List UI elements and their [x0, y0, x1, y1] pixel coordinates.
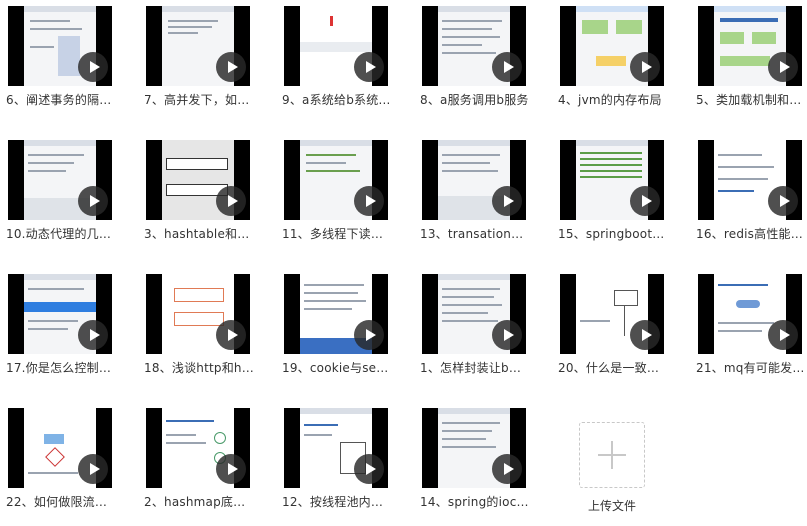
video-thumbnail — [422, 274, 526, 354]
play-icon[interactable] — [216, 186, 246, 216]
video-title: 15、springboot自动装配 — [558, 227, 670, 241]
play-icon[interactable] — [78, 454, 108, 484]
play-icon[interactable] — [78, 186, 108, 216]
video-thumbnail — [698, 274, 802, 354]
video-tile[interactable]: 22、如何做限流策略 — [0, 402, 124, 526]
play-icon[interactable] — [354, 320, 384, 350]
play-icon[interactable] — [216, 454, 246, 484]
video-thumbnail — [422, 140, 526, 220]
video-thumbnail — [8, 140, 112, 220]
play-icon[interactable] — [768, 320, 798, 350]
video-tile[interactable]: 17.你是怎么控制缓存的 — [0, 268, 124, 392]
video-title: 14、spring的ioc原理 — [420, 495, 532, 509]
play-icon[interactable] — [78, 52, 108, 82]
play-icon[interactable] — [630, 320, 660, 350]
video-thumbnail — [698, 140, 802, 220]
upload-label[interactable]: 上传文件 — [579, 497, 645, 514]
video-tile[interactable]: 7、高并发下，如何做到安全 — [138, 0, 262, 124]
play-icon[interactable] — [492, 320, 522, 350]
video-thumbnail — [422, 408, 526, 488]
play-icon[interactable] — [768, 52, 798, 82]
video-thumbnail — [146, 6, 250, 86]
video-thumbnail — [284, 274, 388, 354]
video-thumbnail — [8, 408, 112, 488]
video-title: 10.动态代理的几种实现 — [6, 227, 118, 241]
upload-button[interactable] — [579, 422, 645, 488]
video-thumbnail — [284, 6, 388, 86]
video-thumbnail — [8, 274, 112, 354]
play-icon[interactable] — [216, 320, 246, 350]
video-title: 17.你是怎么控制缓存的 — [6, 361, 118, 375]
play-icon[interactable] — [354, 454, 384, 484]
video-title: 4、jvm的内存布局 — [558, 93, 662, 107]
video-title: 2、hashmap底层原理 — [144, 495, 256, 509]
video-title: 8、a服务调用b服务 — [420, 93, 529, 107]
video-tile[interactable]: 14、spring的ioc原理 — [414, 402, 538, 526]
video-thumbnail — [560, 274, 664, 354]
video-tile[interactable]: 5、类加载机制和双亲委派 — [690, 0, 807, 124]
play-icon[interactable] — [216, 52, 246, 82]
video-title: 12、按线程池内部机制 — [282, 495, 394, 509]
video-title: 21、mq有可能发生重复消费 — [696, 361, 807, 375]
video-title: 5、类加载机制和双亲委派 — [696, 93, 807, 107]
video-tile[interactable]: 4、jvm的内存布局 — [552, 0, 676, 124]
video-thumbnail — [146, 408, 250, 488]
video-tile[interactable]: 21、mq有可能发生重复消费 — [690, 268, 807, 392]
video-tile[interactable]: 9、a系统给b系统发送请求 — [276, 0, 400, 124]
video-thumbnail — [146, 274, 250, 354]
video-title: 11、多线程下读写安全 — [282, 227, 394, 241]
video-thumbnail — [560, 140, 664, 220]
video-title: 20、什么是一致性hash — [558, 361, 670, 375]
play-icon[interactable] — [492, 454, 522, 484]
play-icon[interactable] — [630, 186, 660, 216]
video-tile[interactable]: 1、怎样封装让b服务 — [414, 268, 538, 392]
video-thumbnail — [422, 6, 526, 86]
video-tile[interactable]: 8、a服务调用b服务 — [414, 0, 538, 124]
video-tile[interactable]: 16、redis高性能原因 — [690, 134, 807, 258]
video-title: 13、transation失效场景 — [420, 227, 532, 241]
video-title: 22、如何做限流策略 — [6, 495, 118, 509]
play-icon[interactable] — [354, 186, 384, 216]
video-grid: 6、阐述事务的隔离级别 7、高并发下，如何做到安全 9、a系统给b系统发送请求 — [0, 0, 807, 524]
video-tile[interactable]: 18、浅谈http和https — [138, 268, 262, 392]
video-tile[interactable]: 11、多线程下读写安全 — [276, 134, 400, 258]
video-tile[interactable]: 3、hashtable和hashmap — [138, 134, 262, 258]
video-title: 9、a系统给b系统发送请求 — [282, 93, 394, 107]
video-tile[interactable]: 10.动态代理的几种实现 — [0, 134, 124, 258]
video-thumbnail — [284, 408, 388, 488]
video-tile[interactable]: 13、transation失效场景 — [414, 134, 538, 258]
video-tile[interactable]: 2、hashmap底层原理 — [138, 402, 262, 526]
play-icon[interactable] — [630, 52, 660, 82]
video-tile[interactable]: 15、springboot自动装配 — [552, 134, 676, 258]
video-title: 6、阐述事务的隔离级别 — [6, 93, 118, 107]
video-thumbnail — [8, 6, 112, 86]
video-title: 1、怎样封装让b服务 — [420, 361, 532, 375]
video-title: 18、浅谈http和https — [144, 361, 256, 375]
video-tile[interactable]: 20、什么是一致性hash — [552, 268, 676, 392]
play-icon[interactable] — [492, 186, 522, 216]
video-thumbnail — [284, 140, 388, 220]
video-title: 16、redis高性能原因 — [696, 227, 807, 241]
video-tile[interactable]: 19、cookie与session — [276, 268, 400, 392]
video-thumbnail — [698, 6, 802, 86]
play-icon[interactable] — [768, 186, 798, 216]
video-tile[interactable]: 6、阐述事务的隔离级别 — [0, 0, 124, 124]
video-title: 7、高并发下，如何做到安全 — [144, 93, 256, 107]
video-thumbnail — [146, 140, 250, 220]
play-icon[interactable] — [492, 52, 522, 82]
video-title: 19、cookie与session — [282, 361, 394, 375]
video-tile[interactable]: 12、按线程池内部机制 — [276, 402, 400, 526]
play-icon[interactable] — [354, 52, 384, 82]
video-thumbnail — [560, 6, 664, 86]
play-icon[interactable] — [78, 320, 108, 350]
video-title: 3、hashtable和hashmap — [144, 227, 256, 241]
